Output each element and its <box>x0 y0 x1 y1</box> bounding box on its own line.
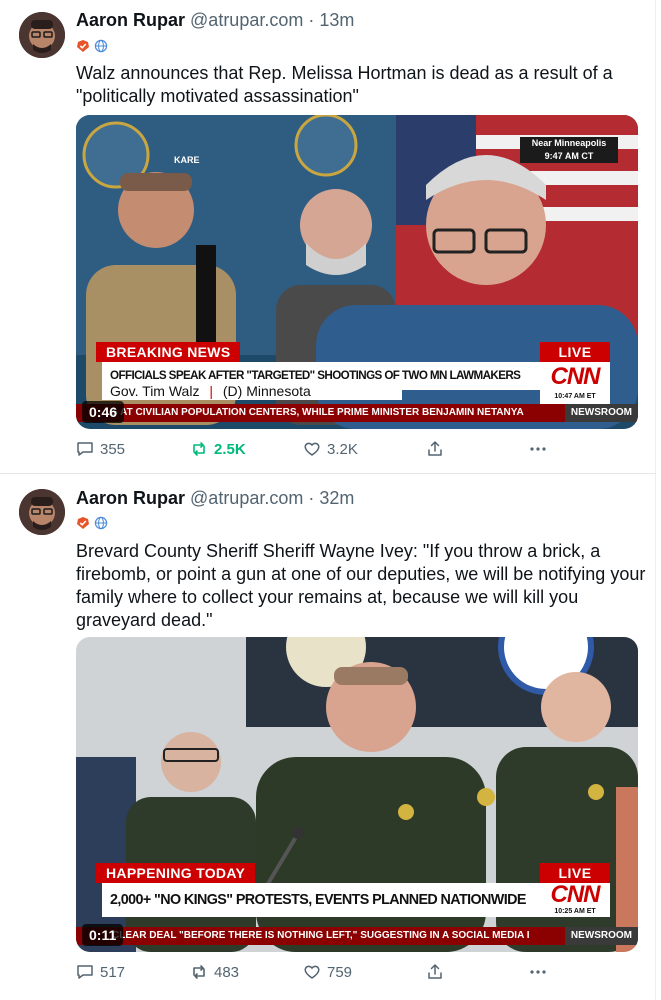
ticker-newsroom-tag: NEWSROOM <box>564 404 638 422</box>
share-icon <box>428 964 442 979</box>
verified-check-icon <box>77 40 89 52</box>
speaker-party: (D) Minnesota <box>222 383 311 399</box>
feed-post[interactable]: Aaron Rupar @atrupar.com · 13m Walz anno… <box>0 0 656 473</box>
avatar-image <box>19 12 65 58</box>
verified-check-icon <box>77 517 89 529</box>
ticker-newsroom-tag: NEWSROOM <box>564 927 638 945</box>
repost-icon <box>193 442 205 456</box>
location-bug: Near Minneapolis 9:47 AM CT <box>520 137 618 163</box>
like-count: 759 <box>327 963 353 981</box>
reply-count: 355 <box>100 440 126 458</box>
author-name[interactable]: Aaron Rupar <box>76 488 185 508</box>
post-actions: 355 2.5K 3.2K <box>76 437 556 461</box>
more-options-button[interactable] <box>528 437 548 461</box>
network-time: 10:47 AM ET <box>554 393 596 400</box>
cnn-logo-box: CNN 10:25 AM ET <box>540 883 610 917</box>
news-ticker: CLEAR DEAL "BEFORE THERE IS NOTHING LEFT… <box>76 927 638 945</box>
like-count: 3.2K <box>327 440 358 458</box>
author-handle[interactable]: @atrupar.com <box>190 10 303 30</box>
live-badge: LIVE <box>540 342 610 362</box>
news-ticker: G AT CIVILIAN POPULATION CENTERS, WHILE … <box>76 404 638 422</box>
reply-count: 517 <box>100 963 126 981</box>
speaker-divider: | <box>209 383 213 399</box>
breaking-news-tag: BREAKING NEWS <box>96 342 241 362</box>
cnn-logo-box: CNN 10:47 AM ET <box>540 362 610 406</box>
repost-button[interactable]: 2.5K <box>190 437 246 461</box>
feed-post[interactable]: Aaron Rupar @atrupar.com · 32m Brevard C… <box>0 474 656 1000</box>
repost-count: 483 <box>214 963 240 981</box>
post-timestamp[interactable]: 13m <box>319 10 354 30</box>
post-text: Walz announces that Rep. Melissa Hortman… <box>76 63 613 106</box>
author-handle[interactable]: @atrupar.com <box>190 488 303 508</box>
happening-today-tag: HAPPENING TODAY <box>96 863 256 883</box>
share-button[interactable] <box>426 437 444 461</box>
ticker-text: G AT CIVILIAN POPULATION CENTERS, WHILE … <box>110 407 524 418</box>
badges <box>76 39 108 53</box>
heart-icon <box>304 442 320 456</box>
separator-dot: · <box>308 10 315 30</box>
repost-count: 2.5K <box>214 440 246 458</box>
avatar[interactable] <box>19 489 65 535</box>
more-dots-icon <box>530 447 546 451</box>
video-player[interactable]: KARE Near Minneapolis 9:47 AM CT BREAKIN… <box>76 115 638 429</box>
post-actions: 517 483 759 <box>76 960 556 984</box>
avatar[interactable] <box>19 12 65 58</box>
speaker-name: Gov. Tim Walz <box>110 383 200 399</box>
reply-icon <box>77 965 93 979</box>
repost-button[interactable]: 483 <box>190 960 239 984</box>
avatar-image <box>19 489 65 535</box>
post-header: Aaron Rupar @atrupar.com · 13m <box>76 9 354 31</box>
like-button[interactable]: 3.2K <box>303 437 358 461</box>
video-player[interactable]: HAPPENING TODAY LIVE 2,000+ "NO KINGS" P… <box>76 637 638 952</box>
live-badge: LIVE <box>540 863 610 883</box>
station-watermark: KARE <box>174 155 200 165</box>
share-button[interactable] <box>426 960 444 984</box>
ticker-text: CLEAR DEAL "BEFORE THERE IS NOTHING LEFT… <box>112 930 530 941</box>
author-name[interactable]: Aaron Rupar <box>76 10 185 30</box>
cnn-logo: CNN <box>550 363 601 390</box>
reply-icon <box>77 442 93 456</box>
chyron-speaker: Gov. Tim Walz | (D) Minnesota <box>102 382 402 400</box>
location-text: Near Minneapolis <box>531 138 607 148</box>
more-dots-icon <box>530 970 546 974</box>
network-time: 10:25 AM ET <box>554 908 596 915</box>
globe-icon <box>94 39 108 53</box>
reply-button[interactable]: 355 <box>76 437 125 461</box>
reply-button[interactable]: 517 <box>76 960 125 984</box>
local-time: 9:47 AM CT <box>544 151 594 161</box>
post-timestamp[interactable]: 32m <box>319 488 354 508</box>
globe-icon <box>94 516 108 530</box>
post-header: Aaron Rupar @atrupar.com · 32m <box>76 487 354 509</box>
repost-icon <box>193 965 205 979</box>
more-options-button[interactable] <box>528 960 548 984</box>
cnn-logo: CNN <box>550 881 601 908</box>
video-duration: 0:46 <box>82 401 125 423</box>
like-button[interactable]: 759 <box>303 960 352 984</box>
share-icon <box>428 441 442 456</box>
separator-dot: · <box>308 488 315 508</box>
heart-icon <box>304 965 320 979</box>
badges <box>76 516 108 530</box>
chyron-headline: 2,000+ "NO KINGS" PROTESTS, EVENTS PLANN… <box>102 883 550 917</box>
video-duration: 0:11 <box>82 924 124 946</box>
post-text: Brevard County Sheriff Sheriff Wayne Ive… <box>76 541 646 630</box>
